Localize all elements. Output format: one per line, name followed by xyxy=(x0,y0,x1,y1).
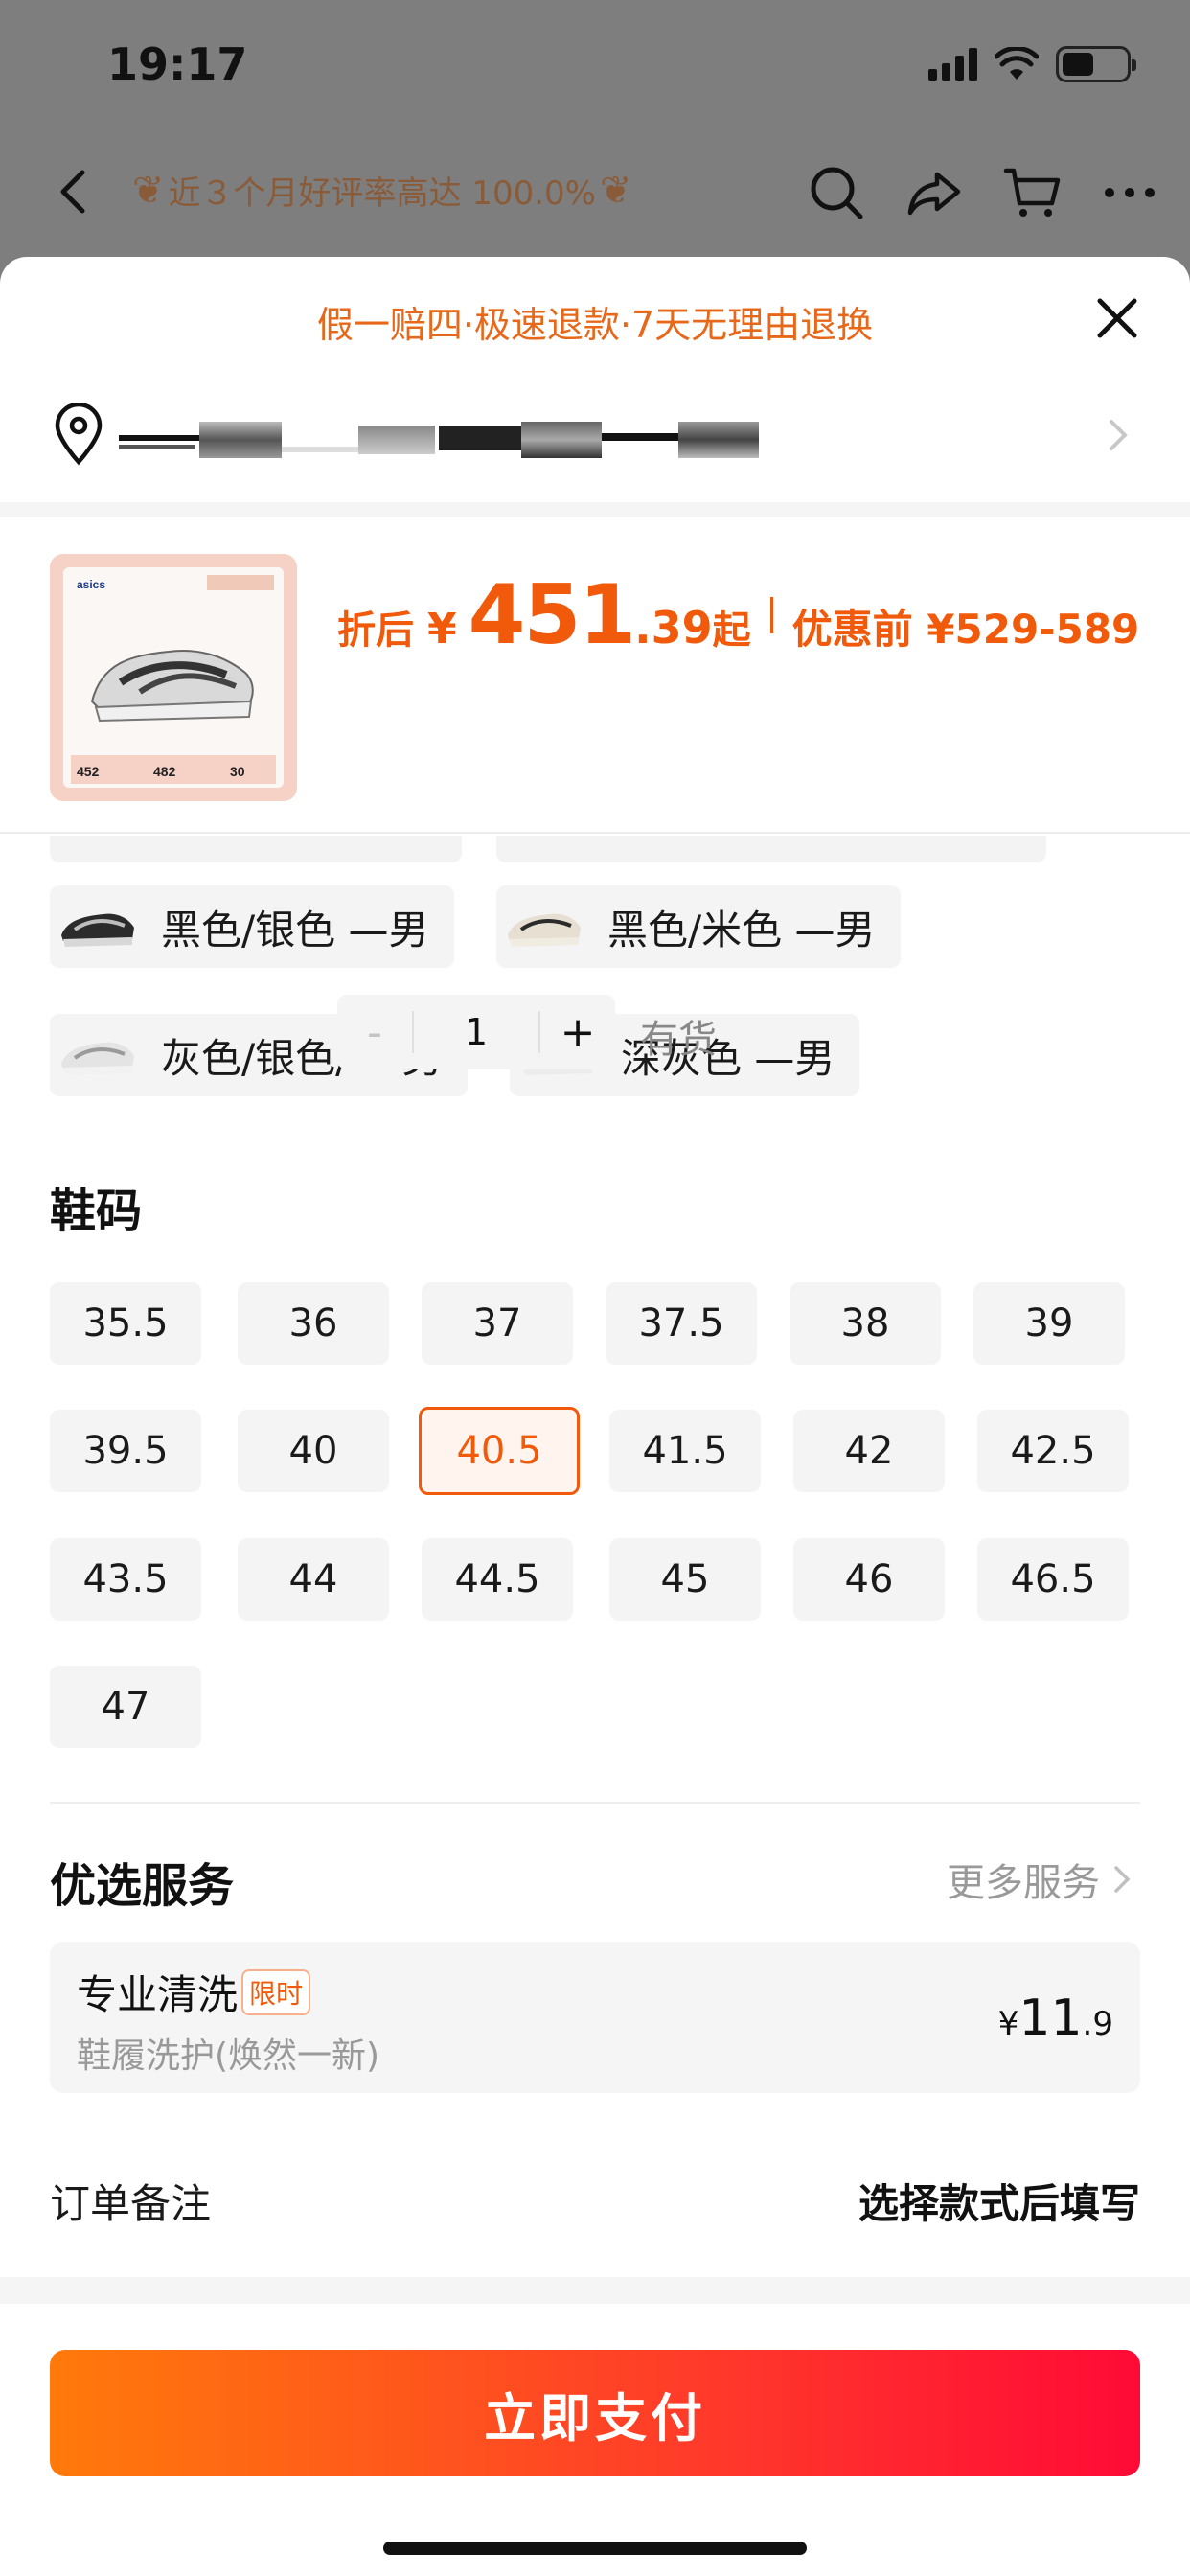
back-icon[interactable] xyxy=(46,163,103,220)
quantity-stepper: - 1 + xyxy=(337,995,615,1070)
more-services-link[interactable]: 更多服务 xyxy=(947,1852,1133,1907)
size-option[interactable]: 39 xyxy=(973,1282,1125,1365)
laurel-left-icon: ❦ xyxy=(132,168,165,213)
size-option[interactable]: 46 xyxy=(793,1538,945,1621)
color-label: 黑色/米色 —男 xyxy=(607,906,876,954)
svg-text:asics: asics xyxy=(77,578,105,591)
color-option-black-silver[interactable]: 黑色/银色 —男 xyxy=(50,886,454,968)
color-option-hidden[interactable] xyxy=(50,836,462,862)
stock-status: 有货 xyxy=(640,1018,717,1062)
size-option[interactable]: 44 xyxy=(238,1538,389,1621)
cart-icon[interactable] xyxy=(1000,161,1064,224)
price-decimal: .39 xyxy=(634,602,713,654)
quantity-value[interactable]: 1 xyxy=(414,995,538,1070)
service-price: ¥ 11 .9 xyxy=(998,1990,1113,2047)
svg-text:482: 482 xyxy=(153,764,176,779)
status-time: 19:17 xyxy=(107,38,248,90)
discount-label: 折后 xyxy=(337,609,414,653)
size-option-selected[interactable]: 40.5 xyxy=(419,1407,580,1495)
size-option[interactable]: 39.5 xyxy=(50,1410,201,1492)
size-option[interactable]: 38 xyxy=(790,1282,941,1365)
size-option[interactable]: 44.5 xyxy=(422,1538,573,1621)
battery-icon xyxy=(1056,46,1136,82)
location-pin-icon xyxy=(55,402,103,466)
color-label: 黑色/银色 —男 xyxy=(161,906,429,954)
search-icon[interactable] xyxy=(805,161,868,224)
size-option[interactable]: 42.5 xyxy=(977,1410,1129,1492)
service-price-decimal: .9 xyxy=(1082,2005,1113,2043)
chevron-right-icon xyxy=(1110,420,1128,450)
size-option[interactable]: 45 xyxy=(609,1538,761,1621)
price-line: 折后 ¥ 451 .39 起 优惠前 ¥529-589 xyxy=(337,567,1139,663)
home-indicator xyxy=(383,2542,807,2555)
decrease-button[interactable]: - xyxy=(337,1008,414,1057)
product-nav-bar: ❦ 近３个月好评率高达 100.0% ❦ xyxy=(0,144,1190,240)
status-bar: 19:17 xyxy=(0,0,1190,134)
shoe-image-icon: asics 452 482 30 xyxy=(71,575,276,784)
laurel-right-icon: ❦ xyxy=(599,168,632,213)
rating-text: 近３个月好评率高达 100.0% xyxy=(168,174,596,213)
svg-text:30: 30 xyxy=(230,764,245,779)
service-name-row: 专业清洗 限时 xyxy=(77,1963,311,2021)
size-option[interactable]: 37.5 xyxy=(606,1282,757,1365)
product-thumbnail[interactable]: asics 452 482 30 xyxy=(50,554,297,801)
svg-text:452: 452 xyxy=(77,764,100,779)
service-name: 专业清洗 xyxy=(77,1971,239,2018)
signal-icon xyxy=(928,48,977,80)
size-option[interactable]: 43.5 xyxy=(50,1538,201,1621)
services-title: 优选服务 xyxy=(50,1859,235,1913)
service-card-cleaning[interactable]: 专业清洗 限时 鞋履洗护(焕然一新) ¥ 11 .9 xyxy=(50,1942,1140,2093)
section-separator xyxy=(0,502,1190,518)
sku-selection-sheet: 假一赔四·极速退款·7天无理由退换 asics 452 482 30 折后 ¥ … xyxy=(0,257,1190,2576)
price-suffix: 起 xyxy=(712,609,751,653)
order-note-label: 订单备注 xyxy=(50,2180,212,2227)
rating-banner: ❦ 近３个月好评率高达 100.0% ❦ xyxy=(132,167,631,214)
size-option[interactable]: 37 xyxy=(422,1282,573,1365)
color-option-hidden[interactable] xyxy=(496,836,1046,862)
size-option[interactable]: 41.5 xyxy=(609,1410,761,1492)
service-price-currency: ¥ xyxy=(997,2005,1019,2043)
size-section-title: 鞋码 xyxy=(50,1184,143,1238)
address-redacted xyxy=(119,422,759,462)
size-option[interactable]: 36 xyxy=(238,1282,389,1365)
service-price-integer: 11 xyxy=(1018,1990,1083,2047)
price-divider xyxy=(769,597,773,633)
original-price: 优惠前 ¥529-589 xyxy=(791,606,1140,653)
currency-symbol: ¥ xyxy=(427,605,457,654)
size-option[interactable]: 35.5 xyxy=(50,1282,201,1365)
size-option[interactable]: 42 xyxy=(793,1410,945,1492)
grey-silver-shoe-icon xyxy=(61,1042,134,1075)
share-icon[interactable] xyxy=(903,161,966,224)
price-integer: 451 xyxy=(468,567,637,663)
size-option[interactable]: 46.5 xyxy=(977,1538,1129,1621)
more-icon[interactable] xyxy=(1098,161,1161,224)
limited-time-badge: 限时 xyxy=(241,1968,311,2015)
size-option[interactable]: 47 xyxy=(50,1666,201,1748)
address-row[interactable] xyxy=(0,381,1190,487)
size-option[interactable]: 40 xyxy=(238,1410,389,1492)
pay-now-button[interactable]: 立即支付 xyxy=(50,2350,1140,2476)
black-silver-shoe-icon xyxy=(61,913,134,947)
status-icons xyxy=(928,46,1136,82)
color-option-black-beige[interactable]: 黑色/米色 —男 xyxy=(496,886,901,968)
increase-button[interactable]: + xyxy=(538,1008,615,1057)
wifi-icon xyxy=(995,47,1039,80)
section-divider xyxy=(50,1802,1140,1804)
promo-banner: 假一赔四·极速退款·7天无理由退换 xyxy=(316,304,874,346)
black-beige-shoe-icon xyxy=(508,913,581,947)
close-icon[interactable] xyxy=(1090,291,1144,345)
chevron-right-icon xyxy=(1114,1866,1131,1893)
service-description: 鞋履洗护(焕然一新) xyxy=(77,2036,380,2076)
footer-separator xyxy=(0,2277,1190,2304)
order-note-value[interactable]: 选择款式后填写 xyxy=(858,2172,1140,2230)
nav-icons xyxy=(805,161,1161,224)
product-summary: asics 452 482 30 折后 ¥ 451 .39 起 优惠前 ¥529… xyxy=(0,518,1190,1070)
more-services-label: 更多服务 xyxy=(947,1861,1100,1905)
